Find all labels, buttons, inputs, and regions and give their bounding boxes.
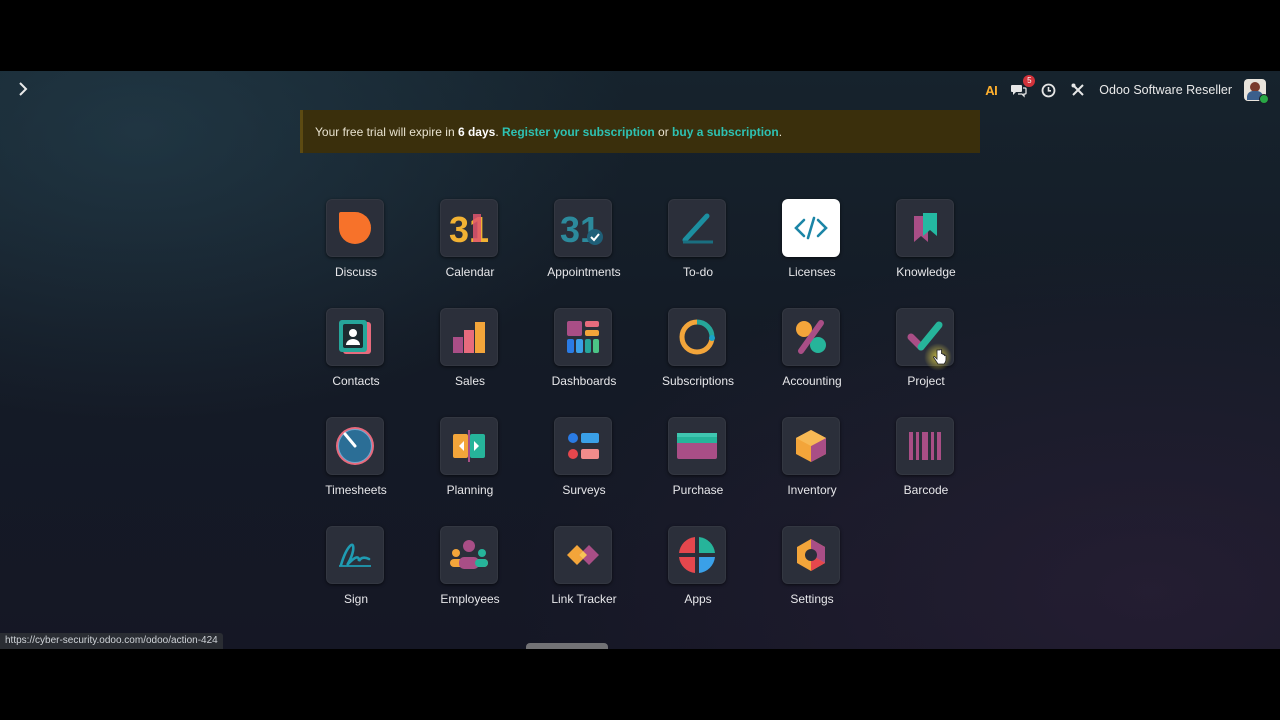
app-label: Knowledge bbox=[896, 265, 956, 279]
app-dashboards[interactable]: Dashboards bbox=[527, 308, 641, 408]
app-label: Settings bbox=[790, 592, 834, 606]
top-navbar: AI 5 Odoo Software Reseller bbox=[0, 71, 1280, 109]
trial-banner: Your free trial will expire in 6 days. R… bbox=[300, 110, 980, 153]
knowledge-icon bbox=[896, 199, 954, 257]
user-avatar[interactable] bbox=[1244, 79, 1269, 104]
chevron-right-icon[interactable] bbox=[14, 80, 32, 100]
messaging-icon[interactable]: 5 bbox=[1009, 75, 1036, 99]
appointments-icon: 31 bbox=[554, 199, 612, 257]
settings-icon bbox=[782, 526, 840, 584]
app-todo[interactable]: To-do bbox=[641, 199, 755, 299]
online-status-icon bbox=[1259, 94, 1269, 104]
app-barcode[interactable]: Barcode bbox=[869, 417, 983, 517]
subscriptions-icon bbox=[668, 308, 726, 366]
trial-dot: . bbox=[495, 124, 502, 139]
app-link-tracker[interactable]: Link Tracker bbox=[527, 526, 641, 626]
video-letterbox-top bbox=[0, 0, 1280, 71]
todo-icon bbox=[668, 199, 726, 257]
app-label: Planning bbox=[446, 483, 494, 497]
sign-icon bbox=[326, 526, 384, 584]
app-knowledge[interactable]: Knowledge bbox=[869, 199, 983, 299]
trial-text-prefix: Your free trial will expire in bbox=[315, 124, 458, 139]
link-status-bar: https://cyber-security.odoo.com/odoo/act… bbox=[0, 633, 223, 649]
app-label: Project bbox=[907, 374, 945, 388]
app-label: Calendar bbox=[445, 265, 495, 279]
link-tracker-icon bbox=[554, 526, 612, 584]
trial-end: . bbox=[778, 124, 783, 139]
contacts-icon bbox=[326, 308, 384, 366]
svg-text:31: 31 bbox=[449, 209, 489, 248]
company-switcher[interactable]: Odoo Software Reseller bbox=[1099, 83, 1232, 97]
hand-cursor-icon bbox=[933, 349, 947, 365]
code-icon bbox=[782, 199, 840, 257]
app-sales[interactable]: Sales bbox=[413, 308, 527, 408]
app-apps[interactable]: Apps bbox=[641, 526, 755, 626]
app-label: Apps bbox=[684, 592, 712, 606]
app-label: Accounting bbox=[782, 374, 842, 388]
app-label: Dashboards bbox=[551, 374, 617, 388]
app-inventory[interactable]: Inventory bbox=[755, 417, 869, 517]
odoo-home-screen: AI 5 Odoo Software Reseller Your free tr… bbox=[0, 71, 1280, 649]
app-label: Inventory bbox=[787, 483, 837, 497]
app-label: Purchase bbox=[672, 483, 724, 497]
app-label: Discuss bbox=[334, 265, 377, 279]
app-planning[interactable]: Planning bbox=[413, 417, 527, 517]
discuss-icon bbox=[326, 199, 384, 257]
app-label: Sales bbox=[454, 374, 486, 388]
sales-icon bbox=[440, 308, 498, 366]
app-label: Link Tracker bbox=[551, 592, 617, 606]
app-appointments[interactable]: 31 Appointments bbox=[527, 199, 641, 299]
app-accounting[interactable]: Accounting bbox=[755, 308, 869, 408]
ai-label-i: I bbox=[994, 82, 998, 98]
app-contacts[interactable]: Contacts bbox=[299, 308, 413, 408]
video-letterbox-bottom bbox=[0, 649, 1280, 720]
accounting-icon bbox=[782, 308, 840, 366]
register-subscription-link[interactable]: Register your subscription bbox=[502, 125, 655, 139]
app-settings[interactable]: Settings bbox=[755, 526, 869, 626]
activity-clock-icon[interactable] bbox=[1039, 81, 1057, 99]
app-label: Employees bbox=[440, 592, 500, 606]
app-licenses[interactable]: Licenses bbox=[755, 199, 869, 299]
message-count-badge: 5 bbox=[1023, 75, 1036, 87]
trial-or: or bbox=[654, 124, 673, 139]
ai-button[interactable]: AI bbox=[985, 82, 998, 98]
app-subscriptions[interactable]: Subscriptions bbox=[641, 308, 755, 408]
systray: AI 5 Odoo Software Reseller bbox=[985, 75, 1269, 104]
trial-days: 6 days bbox=[457, 124, 496, 139]
timesheets-icon bbox=[326, 417, 384, 475]
app-discuss[interactable]: Discuss bbox=[299, 199, 413, 299]
app-purchase[interactable]: Purchase bbox=[641, 417, 755, 517]
app-label: Surveys bbox=[562, 483, 606, 497]
ai-label-a: A bbox=[985, 82, 995, 98]
calendar-icon: 31 bbox=[440, 199, 498, 257]
app-label: Barcode bbox=[903, 483, 949, 497]
barcode-icon bbox=[896, 417, 954, 475]
app-surveys[interactable]: Surveys bbox=[527, 417, 641, 517]
app-sign[interactable]: Sign bbox=[299, 526, 413, 626]
apps-icon bbox=[668, 526, 726, 584]
app-calendar[interactable]: 31 Calendar bbox=[413, 199, 527, 299]
buy-subscription-link[interactable]: buy a subscription bbox=[672, 125, 779, 139]
app-label: Sign bbox=[343, 592, 369, 606]
app-label: Timesheets bbox=[325, 483, 387, 497]
app-label: Contacts bbox=[332, 374, 380, 388]
app-timesheets[interactable]: Timesheets bbox=[299, 417, 413, 517]
app-label: Appointments bbox=[547, 265, 621, 279]
tools-icon[interactable] bbox=[1069, 81, 1087, 99]
surveys-icon bbox=[554, 417, 612, 475]
inventory-icon bbox=[782, 417, 840, 475]
employees-icon bbox=[440, 526, 498, 584]
app-employees[interactable]: Employees bbox=[413, 526, 527, 626]
dashboards-icon bbox=[554, 308, 612, 366]
app-label: Licenses bbox=[788, 265, 836, 279]
app-label: To-do bbox=[682, 265, 714, 279]
purchase-icon bbox=[668, 417, 726, 475]
planning-icon bbox=[440, 417, 498, 475]
app-label: Subscriptions bbox=[661, 374, 735, 388]
